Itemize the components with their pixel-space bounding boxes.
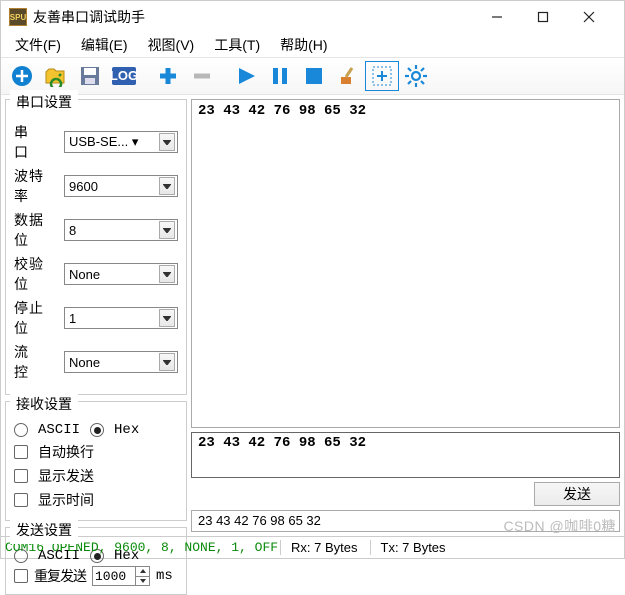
recv-settings-title: 接收设置: [10, 392, 78, 418]
close-button[interactable]: [576, 4, 602, 30]
menu-file[interactable]: 文件(F): [7, 33, 69, 57]
select-mode-icon[interactable]: [365, 61, 399, 91]
menu-help[interactable]: 帮助(H): [272, 33, 335, 57]
baud-combo[interactable]: 9600: [64, 175, 178, 197]
send-button[interactable]: 发送: [534, 482, 620, 506]
stop-value: 1: [69, 311, 76, 326]
statusbar: COM16 OPENED, 9600, 8, NONE, 1, OFF Rx: …: [1, 536, 624, 558]
menubar: 文件(F) 编辑(E) 视图(V) 工具(T) 帮助(H): [1, 33, 624, 57]
recv-showsend-label: 显示发送: [38, 466, 94, 486]
recv-wrap-check[interactable]: [14, 445, 28, 459]
minus-icon[interactable]: [185, 61, 219, 91]
app-icon: SPU: [9, 8, 27, 26]
baud-label: 波特率: [14, 166, 58, 206]
tx-textarea[interactable]: 23 43 42 76 98 65 32: [191, 432, 620, 478]
serial-settings-group: 串口设置 串 口 USB-SE... ▾ 波特率 9600 数据位 8 校验位 …: [5, 99, 187, 395]
parity-combo[interactable]: None: [64, 263, 178, 285]
clear-icon[interactable]: [331, 61, 365, 91]
recv-hex-radio[interactable]: [90, 423, 104, 437]
maximize-button[interactable]: [530, 4, 556, 30]
send-interval-input[interactable]: [93, 567, 135, 585]
history-value: 23 43 42 76 98 65 32: [198, 513, 321, 528]
chevron-down-icon: [159, 353, 175, 371]
history-combo[interactable]: 23 43 42 76 98 65 32: [191, 510, 620, 532]
stop-label: 停止位: [14, 298, 58, 338]
window-title: 友善串口调试助手: [33, 7, 484, 27]
menu-view[interactable]: 视图(V): [140, 33, 203, 57]
stop-combo[interactable]: 1: [64, 307, 178, 329]
rx-textarea[interactable]: 23 43 42 76 98 65 32: [191, 99, 620, 428]
port-combo[interactable]: USB-SE... ▾: [64, 131, 178, 153]
play-icon[interactable]: [229, 61, 263, 91]
open-folder-icon[interactable]: [39, 61, 73, 91]
menu-edit[interactable]: 编辑(E): [73, 33, 136, 57]
send-unit-label: ms: [156, 568, 173, 584]
add-icon[interactable]: [5, 61, 39, 91]
send-repeat-check[interactable]: [14, 569, 28, 583]
chevron-up-icon[interactable]: [135, 567, 149, 577]
recv-showsend-check[interactable]: [14, 469, 28, 483]
status-tx: Tx: 7 Bytes: [370, 540, 456, 555]
recv-ascii-label: ASCII: [38, 422, 80, 438]
parity-label: 校验位: [14, 254, 58, 294]
log-icon[interactable]: LOG: [107, 61, 141, 91]
recv-ascii-radio[interactable]: [14, 423, 28, 437]
chevron-down-icon: [159, 309, 175, 327]
data-combo[interactable]: 8: [64, 219, 178, 241]
parity-value: None: [69, 267, 100, 282]
send-interval-spin[interactable]: [92, 566, 150, 586]
baud-value: 9600: [69, 179, 98, 194]
chevron-down-icon: [159, 133, 175, 151]
toolbar: LOG: [1, 57, 624, 95]
serial-settings-title: 串口设置: [10, 90, 78, 116]
port-label: 串 口: [14, 122, 58, 162]
port-value: USB-SE... ▾: [69, 134, 138, 150]
flow-combo[interactable]: None: [64, 351, 178, 373]
pause-icon[interactable]: [263, 61, 297, 91]
recv-showtime-check[interactable]: [14, 493, 28, 507]
send-repeat-label: 重复发送: [34, 566, 86, 586]
svg-text:LOG: LOG: [111, 68, 137, 83]
recv-hex-label: Hex: [114, 422, 139, 438]
chevron-down-icon: [159, 177, 175, 195]
flow-value: None: [69, 355, 100, 370]
save-icon[interactable]: [73, 61, 107, 91]
chevron-down-icon: [159, 221, 175, 239]
status-rx: Rx: 7 Bytes: [280, 540, 367, 555]
recv-showtime-label: 显示时间: [38, 490, 94, 510]
chevron-down-icon: [159, 265, 175, 283]
recv-wrap-label: 自动换行: [38, 442, 94, 462]
titlebar: SPU 友善串口调试助手: [1, 1, 624, 33]
chevron-down-icon[interactable]: [135, 577, 149, 586]
stop-icon[interactable]: [297, 61, 331, 91]
settings-icon[interactable]: [399, 61, 433, 91]
data-label: 数据位: [14, 210, 58, 250]
plus-icon[interactable]: [151, 61, 185, 91]
left-panel: 串口设置 串 口 USB-SE... ▾ 波特率 9600 数据位 8 校验位 …: [1, 95, 191, 536]
send-settings-title: 发送设置: [10, 518, 78, 544]
flow-label: 流 控: [14, 342, 58, 382]
minimize-button[interactable]: [484, 4, 510, 30]
right-panel: 23 43 42 76 98 65 32 23 43 42 76 98 65 3…: [191, 95, 624, 536]
recv-settings-group: 接收设置 ASCII Hex 自动换行 显示发送 显示时间: [5, 401, 187, 521]
menu-tools[interactable]: 工具(T): [206, 33, 268, 57]
data-value: 8: [69, 223, 76, 238]
